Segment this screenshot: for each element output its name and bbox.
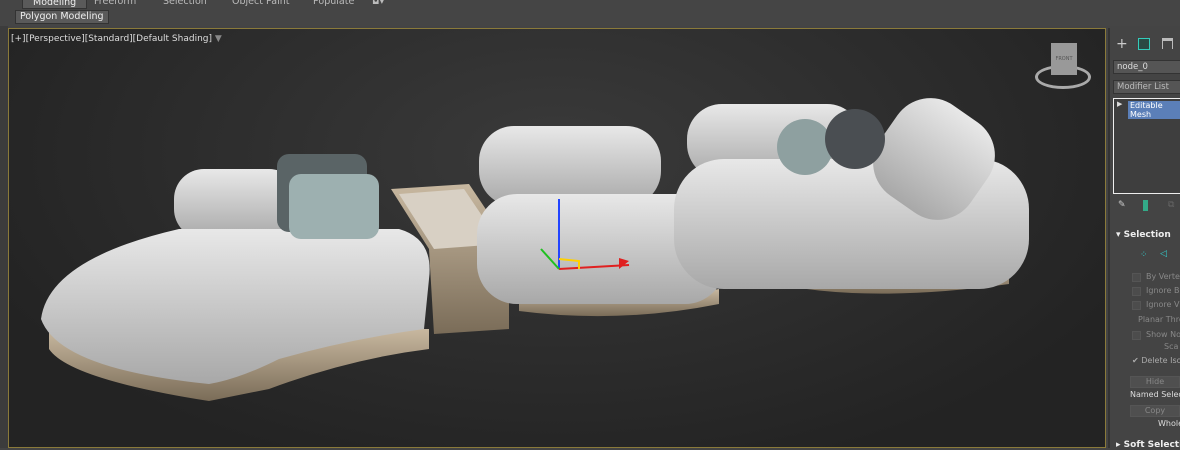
stack-item-editable-mesh[interactable]: Editable Mesh	[1128, 101, 1180, 119]
selection-rollout-header[interactable]: ▾ Selection	[1116, 230, 1171, 240]
polygon-modeling-panel[interactable]: Polygon Modeling	[15, 10, 109, 24]
vertex-mode-icon[interactable]: ⁘	[1140, 250, 1148, 260]
modifier-stack[interactable]: ▶ Editable Mesh	[1113, 98, 1180, 194]
show-normals-label: Show Nor	[1146, 330, 1180, 339]
make-unique-icon[interactable]: ⧉	[1168, 200, 1174, 210]
filter-icon[interactable]: ▼	[215, 34, 222, 44]
soft-selection-rollout-header[interactable]: ▸ Soft Selection	[1116, 440, 1180, 450]
viewport-label[interactable]: [+][Perspective][Standard][Default Shadi…	[11, 34, 222, 44]
modifier-list-dropdown[interactable]: Modifier List	[1113, 80, 1180, 94]
delete-isolated-label: Delete Iso	[1141, 356, 1180, 365]
create-tab-icon[interactable]: +	[1116, 36, 1128, 52]
camera-dropdown-icon[interactable]: ◘▾	[372, 0, 384, 9]
delete-isolated-checkbox[interactable]: ✔ Delete Iso	[1132, 356, 1180, 365]
ignore-visible-checkbox[interactable]	[1132, 301, 1141, 310]
hierarchy-tab-icon[interactable]	[1162, 38, 1173, 49]
scale-label: Sca	[1164, 342, 1179, 351]
modify-tab-icon[interactable]	[1138, 38, 1150, 50]
planar-threshold-label: Planar Thres	[1138, 315, 1180, 324]
edge-mode-icon[interactable]: ◁	[1160, 249, 1167, 259]
tab-selection[interactable]: Selection	[163, 0, 207, 9]
by-vertex-checkbox[interactable]	[1132, 273, 1141, 282]
ignore-backfacing-checkbox[interactable]	[1132, 287, 1141, 296]
command-panel: + node_0 Modifier List ▶ Editable Mesh ✎…	[1108, 28, 1180, 450]
tab-modeling[interactable]: Modeling	[22, 0, 88, 9]
viewport-label-text[interactable]: [+][Perspective][Standard][Default Shadi…	[11, 34, 212, 44]
whole-label: Whole	[1158, 419, 1180, 428]
show-normals-checkbox[interactable]	[1132, 331, 1141, 340]
hide-button[interactable]: Hide	[1130, 376, 1180, 388]
object-name-input[interactable]: node_0	[1113, 60, 1180, 74]
pin-stack-icon[interactable]: ✎	[1118, 200, 1126, 210]
viewcube-box[interactable]: FRONT	[1051, 43, 1077, 75]
expand-arrow-icon[interactable]: ▶	[1117, 100, 1122, 108]
ribbon: Modeling Freeform Selection Object Paint…	[0, 0, 1180, 26]
viewcube[interactable]: FRONT	[1031, 43, 1097, 98]
tab-freeform[interactable]: Freeform	[94, 0, 136, 9]
left-toolbar[interactable]	[0, 26, 8, 448]
by-vertex-label: By Vertex	[1146, 272, 1180, 281]
show-end-result-icon[interactable]	[1143, 200, 1148, 211]
tab-object-paint[interactable]: Object Paint	[232, 0, 289, 9]
ignore-visible-label: Ignore Vis	[1146, 300, 1180, 309]
soft-selection-title[interactable]: Soft Selection	[1124, 440, 1180, 450]
scene	[41, 98, 1029, 401]
named-selections-label: Named Selecti	[1130, 390, 1180, 399]
tab-populate[interactable]: Populate	[313, 0, 354, 9]
selection-title[interactable]: Selection	[1124, 230, 1171, 240]
copy-button[interactable]: Copy	[1130, 405, 1180, 417]
ignore-backfacing-label: Ignore Ba	[1146, 286, 1180, 295]
chaise-sofa	[41, 154, 430, 401]
viewport[interactable]: [+][Perspective][Standard][Default Shadi…	[8, 28, 1106, 448]
corner-module	[674, 98, 1029, 294]
